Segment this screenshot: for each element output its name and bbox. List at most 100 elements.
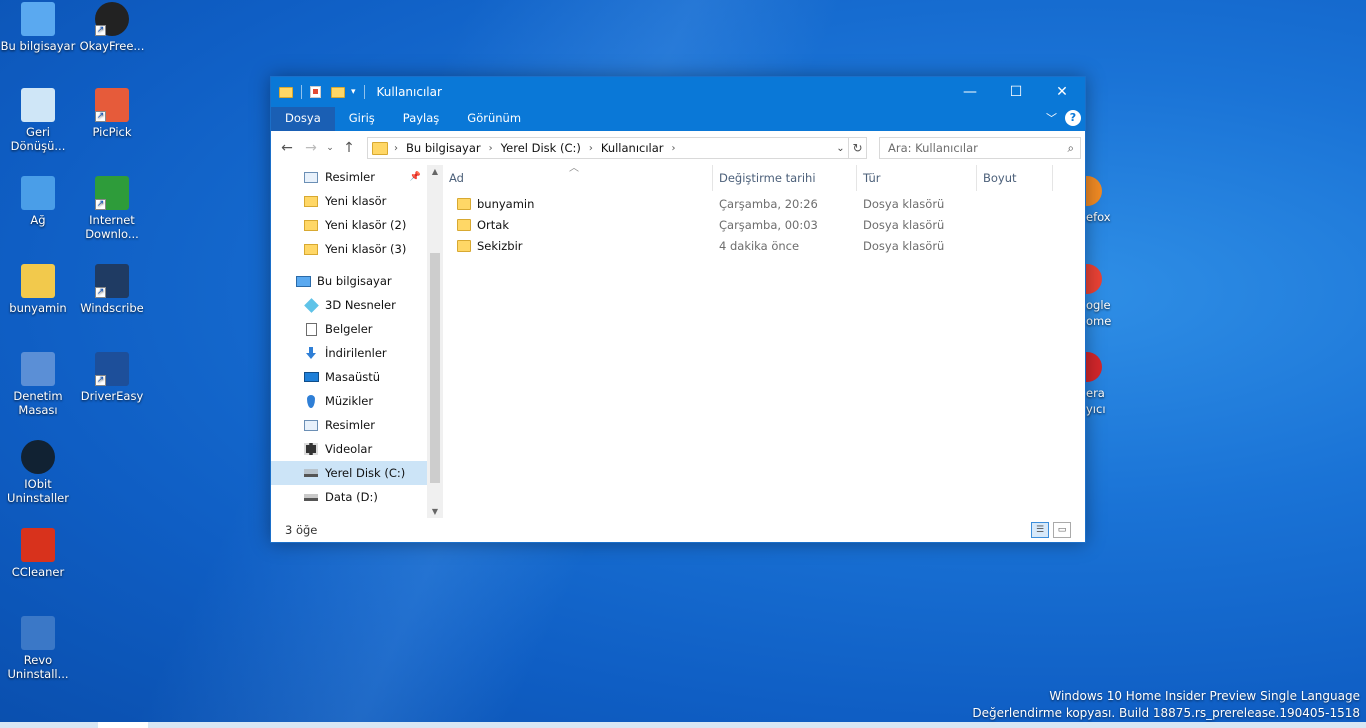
scroll-down-arrow[interactable]: ▼ [427, 507, 443, 516]
partial-desktop-label[interactable]: efox [1086, 210, 1111, 224]
nav-item[interactable]: Yeni klasör (2) [271, 213, 427, 237]
minimize-button[interactable]: — [947, 77, 993, 107]
scroll-thumb[interactable] [430, 253, 440, 483]
new-folder-icon[interactable] [331, 86, 345, 98]
partial-desktop-label[interactable]: ome [1086, 314, 1111, 328]
column-header[interactable]: Boyut [977, 165, 1053, 191]
partial-desktop-label[interactable]: ogle [1086, 298, 1111, 312]
nav-item[interactable]: Resimler [271, 413, 427, 437]
desktop-icon[interactable]: ↗ PicPick [74, 88, 150, 139]
column-headers: Ad Değiştirme tarihi Tür Boyut [443, 165, 1085, 191]
title-bar[interactable]: ▾ Kullanıcılar — ☐ ✕ [271, 77, 1085, 107]
downloads-icon [303, 346, 319, 360]
ribbon-tab-list: Dosya Giriş Paylaş Görünüm [271, 107, 535, 131]
address-dropdown-icon[interactable]: ⌄ [832, 142, 848, 154]
breadcrumb-item[interactable]: Yerel Disk (C:) [493, 141, 589, 155]
tab-dosya[interactable]: Dosya [271, 107, 335, 131]
forward-button[interactable]: → [299, 140, 323, 156]
partial-app-icon[interactable] [1086, 264, 1102, 294]
table-row[interactable]: Sekizbir 4 dakika önce Dosya klasörü [443, 235, 1085, 256]
idm-icon: ↗ [95, 176, 129, 210]
watermark-line-2: Değerlendirme kopyası. Build 18875.rs_pr… [972, 706, 1360, 720]
nav-item[interactable]: İndirilenler [271, 341, 427, 365]
breadcrumb-item[interactable]: Bu bilgisayar [398, 141, 489, 155]
folder-icon [303, 242, 319, 256]
table-row[interactable]: bunyamin Çarşamba, 20:26 Dosya klasörü [443, 193, 1085, 214]
desktop-icon-label: Bu bilgisayar [0, 39, 76, 53]
nav-item[interactable]: Belgeler [271, 317, 427, 341]
partial-app-icon[interactable] [1086, 352, 1102, 382]
tab-paylaş[interactable]: Paylaş [389, 107, 454, 131]
partial-app-icon[interactable] [1086, 176, 1102, 206]
tab-görünüm[interactable]: Görünüm [453, 107, 535, 131]
chevron-down-icon[interactable]: ▾ [351, 87, 356, 97]
nav-item[interactable]: Videolar [271, 437, 427, 461]
address-bar[interactable]: › Bu bilgisayar › Yerel Disk (C:) › Kullanıc… [367, 137, 849, 159]
nav-item-label: Videolar [325, 442, 373, 456]
desktop-icon[interactable]: ↗ Internet Downlo... [74, 176, 150, 241]
desktop-icon[interactable]: ↗ OkayFree... [74, 2, 150, 53]
nav-item[interactable]: 3D Nesneler [271, 293, 427, 317]
desktop-icon[interactable]: Revo Uninstall... [0, 616, 76, 681]
breadcrumb-item[interactable]: Kullanıcılar [593, 141, 672, 155]
network-icon [21, 176, 55, 210]
desktop-icon-label: Windscribe [80, 301, 144, 315]
large-icons-view-icon[interactable]: ▭ [1053, 522, 1071, 538]
partial-desktop-label[interactable]: yıcı [1086, 402, 1106, 416]
recycle-bin-icon [21, 88, 55, 122]
properties-icon[interactable] [310, 86, 321, 98]
file-name-cell: bunyamin [443, 197, 713, 211]
pin-icon[interactable]: 📌 [410, 172, 421, 182]
expand-ribbon-icon[interactable]: ﹀ [1046, 110, 1057, 126]
tab-giriş[interactable]: Giriş [335, 107, 389, 131]
back-button[interactable]: ← [275, 140, 299, 156]
chevron-right-icon[interactable]: › [672, 143, 676, 154]
nav-scrollbar[interactable]: ▲ ▼ [427, 165, 443, 518]
nav-item[interactable]: Resimler 📌 [271, 165, 427, 189]
explorer-body: Resimler 📌 Yeni klasör Yeni klasör (2) Yeni … [271, 163, 1085, 518]
ribbon-right: ﹀ ? [1046, 110, 1081, 126]
scroll-up-arrow[interactable]: ▲ [427, 167, 443, 176]
taskbar-highlight [98, 722, 148, 728]
desktop-icon[interactable]: Denetim Masası [0, 352, 76, 417]
nav-item[interactable]: Bu bilgisayar [271, 269, 427, 293]
refresh-button[interactable]: ↻ [849, 137, 867, 159]
search-placeholder: Ara: Kullanıcılar [888, 141, 978, 155]
details-view-icon[interactable]: ☰ [1031, 522, 1049, 538]
table-row[interactable]: Ortak Çarşamba, 00:03 Dosya klasörü [443, 214, 1085, 235]
nav-item[interactable]: Data (D:) [271, 485, 427, 509]
nav-item[interactable]: Yeni klasör (3) [271, 237, 427, 261]
desktop-icon[interactable]: ↗ Windscribe [74, 264, 150, 315]
status-bar: 3 öğe ☰ ▭ [271, 518, 1085, 542]
desktop-icon[interactable]: Ağ [0, 176, 76, 227]
file-list: ︿ Ad Değiştirme tarihi Tür Boyut bunyamin Ça… [443, 163, 1085, 518]
column-header[interactable]: Değiştirme tarihi [713, 165, 857, 191]
navigation-pane: Resimler 📌 Yeni klasör Yeni klasör (2) Yeni … [271, 165, 427, 518]
desktop-icon[interactable]: bunyamin [0, 264, 76, 315]
nav-item[interactable]: Müzikler [271, 389, 427, 413]
file-explorer-window: ▾ Kullanıcılar — ☐ ✕ Dosya Giriş Paylaş Gör… [270, 76, 1086, 543]
help-icon[interactable]: ? [1065, 110, 1081, 126]
documents-icon [303, 322, 319, 336]
nav-item[interactable]: Yeni klasör [271, 189, 427, 213]
column-header[interactable]: Ad [443, 165, 713, 191]
up-button[interactable]: ↑ [337, 140, 361, 156]
partial-desktop-label[interactable]: era [1086, 386, 1105, 400]
desktop-icon-label: bunyamin [9, 301, 67, 315]
desktop-icon[interactable]: Geri Dönüşü... [0, 88, 76, 153]
nav-item[interactable]: Masaüstü [271, 365, 427, 389]
3d-objects-icon [303, 297, 319, 313]
column-header[interactable]: Tür [857, 165, 977, 191]
desktop-icon[interactable]: ↗ DriverEasy [74, 352, 150, 403]
ccleaner-icon [21, 528, 55, 562]
recent-locations-button[interactable]: ⌄ [323, 143, 337, 153]
close-button[interactable]: ✕ [1039, 77, 1085, 107]
nav-item[interactable]: Yerel Disk (C:) [271, 461, 427, 485]
desktop-icon[interactable]: Bu bilgisayar [0, 2, 76, 53]
desktop-icon[interactable]: CCleaner [0, 528, 76, 579]
search-input[interactable]: Ara: Kullanıcılar ⌕ [879, 137, 1081, 159]
nav-item-label: Yeni klasör [325, 194, 387, 208]
maximize-button[interactable]: ☐ [993, 77, 1039, 107]
desktop-icon[interactable]: IObit Uninstaller [0, 440, 76, 505]
shortcut-arrow-icon: ↗ [95, 111, 106, 122]
